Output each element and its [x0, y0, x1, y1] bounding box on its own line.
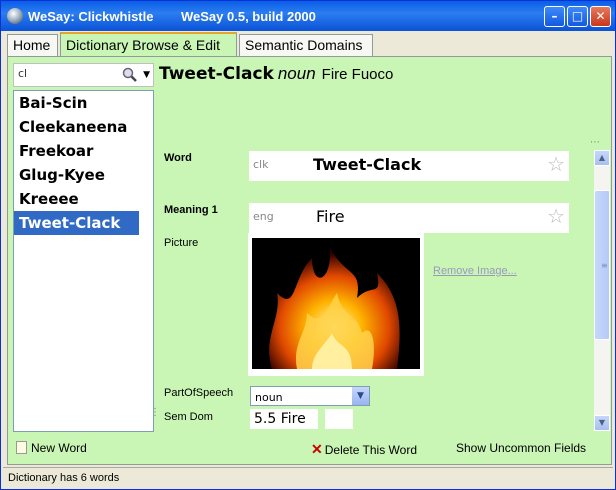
search-icon[interactable]	[122, 67, 137, 82]
window-build: WeSay 0.5, build 2000	[181, 9, 316, 24]
tab-home[interactable]: Home	[7, 34, 58, 56]
window-title: WeSay: Clickwhistle	[28, 9, 154, 24]
word-field[interactable]: clk Tweet-Clack ☆	[249, 151, 569, 181]
picture-field-label: Picture	[164, 237, 199, 249]
semdom-field-label: Sem Dom	[164, 411, 213, 423]
scroll-up-icon[interactable]: ▲	[594, 150, 610, 166]
tab-semantic-domains[interactable]: Semantic Domains	[239, 34, 373, 56]
close-button[interactable]: ✕	[590, 6, 611, 27]
splitter-grip-icon[interactable]: ⋮	[150, 407, 160, 418]
word-field-label: Word	[164, 152, 192, 164]
semdom-empty-field[interactable]	[325, 409, 353, 429]
search-input[interactable]: cl	[18, 67, 27, 80]
picture-frame[interactable]	[248, 233, 424, 376]
chevron-down-icon[interactable]: ▼	[352, 387, 369, 405]
word-field-value[interactable]: Tweet-Clack	[313, 155, 421, 174]
status-bar: Dictionary has 6 words	[3, 467, 613, 487]
semdom-field[interactable]: 5.5 Fire	[250, 409, 318, 429]
list-item-selected[interactable]: Tweet-Clack	[14, 211, 139, 235]
maximize-button[interactable]: □	[567, 6, 588, 27]
list-item[interactable]: Kreeee	[14, 187, 153, 211]
title-bar[interactable]: WeSay: Clickwhistle WeSay 0.5, build 200…	[1, 1, 615, 31]
word-ws-label: clk	[253, 158, 269, 171]
fields-scrollbar[interactable]: ▲ ≡ ▼	[594, 150, 610, 431]
meaning-field[interactable]: eng Fire ☆	[249, 203, 569, 233]
main-window: WeSay: Clickwhistle WeSay 0.5, build 200…	[0, 0, 616, 490]
tab-dictionary-browse-edit[interactable]: Dictionary Browse & Edit	[60, 32, 237, 57]
dictionary-panel: cl ▼ Bai-Scin Cleekaneena Freekoar Glug-…	[7, 56, 612, 465]
pos-field-label: PartOfSpeech	[164, 387, 234, 399]
minimize-button[interactable]: –	[544, 6, 565, 27]
list-item[interactable]: Freekoar	[14, 139, 153, 163]
list-item[interactable]: Bai-Scin	[14, 91, 153, 115]
new-word-label: New Word	[31, 441, 87, 455]
search-box[interactable]: cl ▼	[13, 63, 154, 87]
entry-pos: noun	[277, 64, 316, 83]
fire-image	[269, 248, 400, 369]
status-text: Dictionary has 6 words	[8, 472, 120, 484]
meaning-ws-label: eng	[253, 210, 274, 223]
app-icon	[7, 8, 23, 24]
fire-picture	[252, 238, 420, 369]
new-word-button[interactable]: New Word	[16, 441, 87, 455]
scroll-down-icon[interactable]: ▼	[594, 415, 610, 431]
delete-x-icon: ✕	[311, 441, 323, 457]
new-page-icon	[16, 441, 27, 454]
resize-grip-icon: ⋯	[590, 137, 600, 148]
word-list[interactable]: Bai-Scin Cleekaneena Freekoar Glug-Kyee …	[13, 90, 154, 432]
list-item[interactable]: Glug-Kyee	[14, 163, 153, 187]
meaning-field-value[interactable]: Fire	[316, 207, 345, 226]
entry-headword: Tweet-Clack	[159, 64, 274, 84]
scroll-thumb[interactable]: ≡	[594, 190, 610, 340]
pos-select[interactable]: noun ▼	[250, 386, 370, 406]
remove-image-link[interactable]: Remove Image...	[433, 265, 517, 277]
search-dropdown-icon[interactable]: ▼	[143, 70, 150, 80]
grip-icon: ≡	[601, 261, 608, 270]
entry-glosses: Fire Fuoco	[321, 66, 394, 83]
meaning-field-label: Meaning 1	[164, 204, 218, 216]
delete-word-button[interactable]: ✕ Delete This Word	[311, 441, 417, 458]
show-uncommon-fields-button[interactable]: Show Uncommon Fields	[456, 441, 586, 455]
entry-header: Tweet-Clack noun Fire Fuoco	[159, 64, 393, 84]
pos-select-value: noun	[255, 391, 283, 404]
delete-word-label: Delete This Word	[324, 443, 417, 457]
star-icon[interactable]: ☆	[547, 206, 565, 226]
star-icon[interactable]: ☆	[547, 154, 565, 174]
semdom-value[interactable]: 5.5 Fire	[254, 411, 306, 427]
list-item[interactable]: Cleekaneena	[14, 115, 153, 139]
